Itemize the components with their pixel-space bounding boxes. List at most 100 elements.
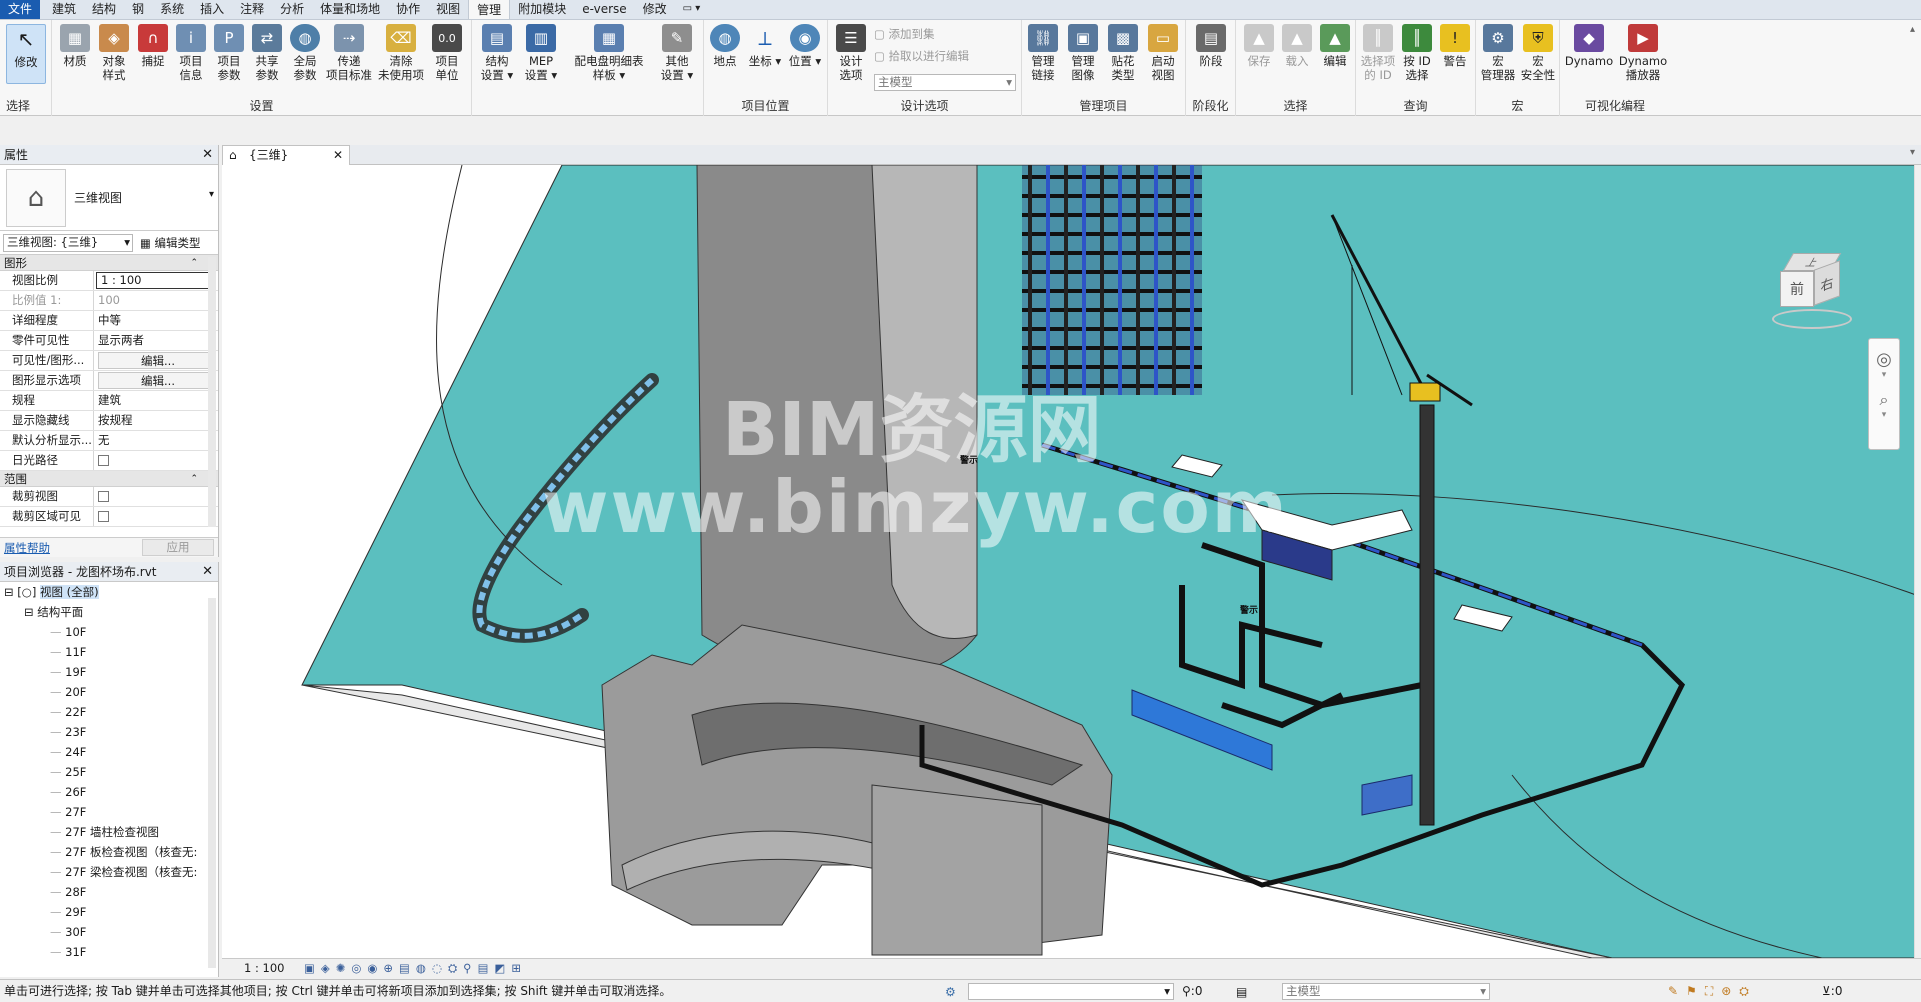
panel-select-label[interactable]: 选择: [0, 97, 51, 114]
save-selection-button[interactable]: ▲ 保存: [1240, 24, 1278, 68]
tab-analyze[interactable]: 分析: [272, 0, 312, 19]
tree-item[interactable]: — 29F: [0, 902, 218, 922]
global-parameters-button[interactable]: ◍ 全局 参数: [286, 24, 324, 82]
apply-button[interactable]: 应用: [142, 539, 214, 556]
main-model-dropdown[interactable]: 主模型 ▾: [874, 74, 1016, 91]
tree-item[interactable]: — 31F: [0, 942, 218, 962]
tree-item[interactable]: — 11F: [0, 642, 218, 662]
tab-structure[interactable]: 结构: [84, 0, 124, 19]
dynamo-button[interactable]: ◆ Dynamo: [1562, 24, 1616, 68]
tab-architecture[interactable]: 建筑: [44, 0, 84, 19]
properties-scrollbar[interactable]: [208, 257, 216, 527]
tree-item[interactable]: — 27F: [0, 802, 218, 822]
tab-3d-view[interactable]: ⌂ {三维} ✕: [222, 145, 350, 165]
close-icon[interactable]: ✕: [202, 145, 213, 165]
shared-parameters-button[interactable]: ⇄ 共享 参数: [248, 24, 286, 82]
position-button[interactable]: ◉ 位置 ▾: [786, 24, 824, 68]
tree-item[interactable]: — 24F: [0, 742, 218, 762]
macro-security-button[interactable]: ⛨ 宏安全性: [1518, 24, 1558, 82]
property-value[interactable]: 建筑: [94, 391, 218, 410]
view-tabs-overflow-icon[interactable]: ▾: [1910, 147, 1915, 158]
viewcube[interactable]: 上 前 右: [1752, 247, 1862, 337]
load-selection-button[interactable]: ▲ 载入: [1278, 24, 1316, 68]
property-row[interactable]: 默认分析显示... 无: [0, 431, 218, 451]
tree-item[interactable]: — 22F: [0, 702, 218, 722]
property-checkbox[interactable]: [98, 491, 109, 502]
viewcube-compass-ring[interactable]: [1772, 309, 1852, 329]
property-row[interactable]: 比例值 1: 100: [0, 291, 218, 311]
panel-schedule-templates-button[interactable]: ▦ 配电盘明细表 样板 ▾: [567, 24, 651, 82]
selection-options-icons[interactable]: ✎⚑⛶⊛⛭: [1668, 980, 1757, 1002]
ribbon-toggle-icon[interactable]: ▭ ▾: [675, 0, 709, 19]
view-control-icons[interactable]: ▣◈✺◎◉⊕▤◍◌⛭⚲▤◩⊞: [304, 959, 527, 978]
type-selector[interactable]: ⌂ 三维视图 ▾: [0, 165, 218, 231]
close-icon[interactable]: ✕: [202, 562, 213, 582]
purge-unused-button[interactable]: ⌫ 清除 未使用项: [376, 24, 426, 82]
property-row[interactable]: 视图比例 1 : 100: [0, 271, 218, 291]
add-to-set-button[interactable]: ▢ 添加到集: [874, 26, 935, 42]
tab-file[interactable]: 文件: [0, 0, 41, 19]
property-value[interactable]: [94, 507, 218, 526]
location-button[interactable]: ◍ 地点: [706, 24, 744, 68]
property-row[interactable]: 裁剪视图: [0, 487, 218, 507]
pick-to-edit-button[interactable]: ▢ 拾取以进行编辑: [874, 48, 969, 64]
edit-type-button[interactable]: ▦ 编辑类型: [140, 235, 201, 251]
mep-settings-button[interactable]: ▥ MEP 设置 ▾: [522, 24, 560, 82]
tree-item[interactable]: — 27F 板检查视图（核查无:: [0, 842, 218, 862]
chevron-down-icon[interactable]: ▾: [1869, 370, 1899, 380]
project-parameters-button[interactable]: P 项目 参数: [210, 24, 248, 82]
tab-collaborate[interactable]: 协作: [388, 0, 428, 19]
property-value[interactable]: 按规程: [94, 411, 218, 430]
manage-links-button[interactable]: ⛓ 管理 链接: [1024, 24, 1062, 82]
starting-view-button[interactable]: ▭ 启动 视图: [1144, 24, 1182, 82]
tree-item[interactable]: — 20F: [0, 682, 218, 702]
design-options-button[interactable]: ☰ 设计 选项: [832, 24, 870, 82]
3d-viewport[interactable]: BIM资源网 www.bimzyw.com 警示 警示 上 前 右: [222, 165, 1916, 958]
object-styles-button[interactable]: ◈ 对象 样式: [95, 24, 133, 82]
modify-button[interactable]: ↖ 修改: [6, 24, 46, 84]
tree-root[interactable]: ⊟ [○] 视图 (全部): [0, 582, 218, 602]
project-units-button[interactable]: 0.0 项目 单位: [428, 24, 466, 82]
tab-addins[interactable]: 附加模块: [510, 0, 574, 19]
chevron-down-icon[interactable]: ▾: [1869, 410, 1899, 420]
close-icon[interactable]: ✕: [333, 146, 343, 165]
tree-item[interactable]: — 27F 梁检查视图（核查无:: [0, 862, 218, 882]
snaps-button[interactable]: ∩ 捕捉: [134, 24, 172, 68]
instance-filter-dropdown[interactable]: 三维视图: {三维} ▾: [3, 234, 133, 252]
worksets-icon[interactable]: ⚙: [945, 981, 956, 1002]
project-info-button[interactable]: i 项目 信息: [172, 24, 210, 82]
tree-group-structural-plans[interactable]: ⊟ 结构平面: [0, 602, 218, 622]
materials-button[interactable]: ▦ 材质: [56, 24, 94, 68]
tab-insert[interactable]: 插入: [192, 0, 232, 19]
property-row[interactable]: 规程 建筑: [0, 391, 218, 411]
browser-scrollbar[interactable]: [208, 598, 216, 968]
group-extents[interactable]: 范围 ⌃: [0, 471, 218, 487]
tab-modify[interactable]: 修改: [635, 0, 675, 19]
design-options-status-icon[interactable]: ▤: [1236, 981, 1247, 1002]
viewcube-front-face[interactable]: 前: [1780, 271, 1814, 307]
main-model-status-dropdown[interactable]: 主模型 ▾: [1282, 983, 1490, 1000]
decal-types-button[interactable]: ▩ 贴花 类型: [1104, 24, 1142, 82]
dynamo-player-button[interactable]: ▶ Dynamo 播放器: [1616, 24, 1670, 82]
tree-item[interactable]: — 25F: [0, 762, 218, 782]
tab-manage[interactable]: 管理: [468, 0, 511, 19]
edit-selection-button[interactable]: ▲ 编辑: [1316, 24, 1354, 68]
viewport-scrollbar[interactable]: [1914, 165, 1921, 958]
tree-item[interactable]: — 28F: [0, 882, 218, 902]
property-value[interactable]: 中等: [94, 311, 218, 330]
tab-view[interactable]: 视图: [428, 0, 468, 19]
tab-steel[interactable]: 钢: [124, 0, 152, 19]
tree-item[interactable]: — 30F: [0, 922, 218, 942]
property-value[interactable]: 显示两者: [94, 331, 218, 350]
ribbon-collapse-icon[interactable]: ▴: [1910, 24, 1915, 35]
property-value[interactable]: 100: [94, 291, 218, 310]
property-value[interactable]: [94, 487, 218, 506]
tree-item[interactable]: — 23F: [0, 722, 218, 742]
property-checkbox[interactable]: [98, 511, 109, 522]
workset-dropdown[interactable]: ▾: [968, 983, 1174, 1000]
tree-item[interactable]: — 26F: [0, 782, 218, 802]
zoom-icon[interactable]: ⌕: [1869, 390, 1899, 410]
viewcube-right-face[interactable]: 右: [1814, 260, 1840, 306]
property-value[interactable]: 编辑...: [98, 372, 214, 389]
warnings-button[interactable]: ! 警告: [1436, 24, 1474, 68]
